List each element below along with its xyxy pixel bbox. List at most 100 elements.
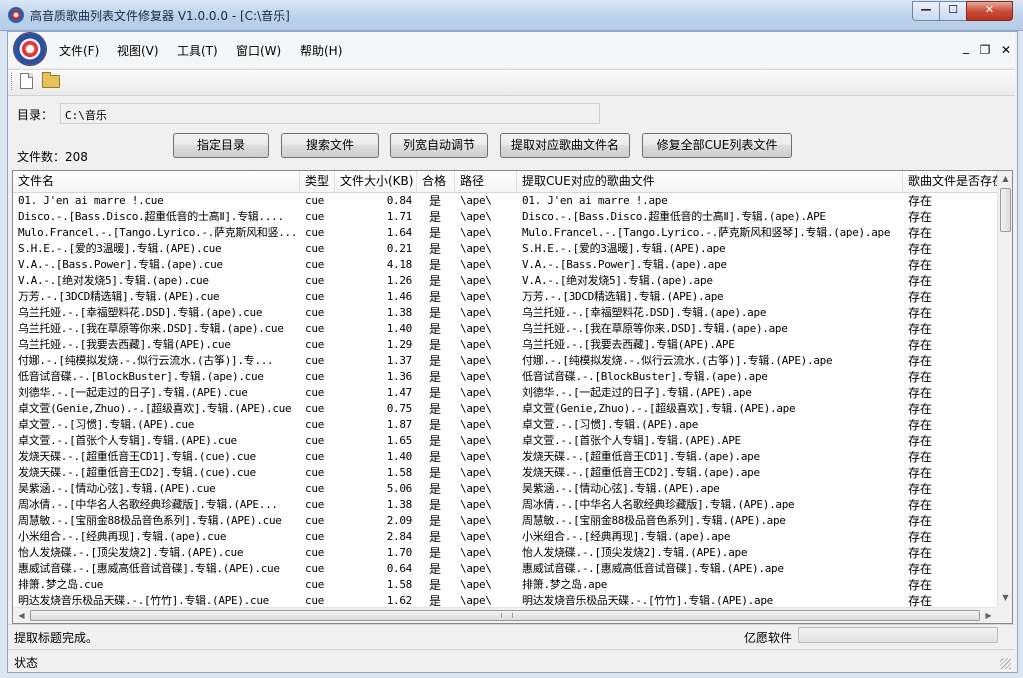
status-message: 提取标题完成。	[14, 631, 99, 645]
vertical-scrollbar[interactable]: ▲ ▼	[997, 171, 1012, 607]
vertical-scroll-thumb[interactable]	[1000, 188, 1011, 232]
cell-exists: 存在	[908, 498, 933, 512]
column-header-type[interactable]: 类型	[300, 171, 335, 192]
cell-path: \ape\	[460, 306, 492, 319]
mdi-close-button[interactable]: ✕	[998, 43, 1014, 57]
menu-view[interactable]: 视图(V)	[117, 42, 159, 59]
menu-tools[interactable]: 工具(T)	[177, 42, 218, 59]
search-files-button[interactable]: 搜索文件	[281, 133, 379, 158]
cell-path: \ape\	[460, 418, 492, 431]
cell-size: 1.65	[386, 434, 413, 447]
open-folder-icon[interactable]	[42, 72, 60, 88]
table-row[interactable]: V.A.-.[Bass.Power].专辑.(ape).cue cue 4.18 是 \…	[13, 257, 998, 273]
cell-filename: 周冰倩.-.[中华名人名歌经典珍藏版].专辑.(APE...	[18, 498, 278, 511]
column-header-filename[interactable]: 文件名	[13, 171, 300, 192]
cell-size: 1.58	[386, 466, 413, 479]
table-row[interactable]: 小米组合.-.[经典再现].专辑.(ape).cue cue 2.84 是 \ape\ 小…	[13, 529, 998, 545]
table-row[interactable]: 吴紫涵.-.[情动心弦].专辑.(APE).cue cue 5.06 是 \ape\ 吴紫…	[13, 481, 998, 497]
table-row[interactable]: 卓文萱.-.[首张个人专辑].专辑.(APE).cue cue 1.65 是 \ape\…	[13, 433, 998, 449]
menu-bar	[8, 32, 1015, 67]
cell-path: \ape\	[460, 322, 492, 335]
cell-path: \ape\	[460, 482, 492, 495]
menu-help[interactable]: 帮助(H)	[300, 42, 342, 59]
cell-valid: 是	[429, 386, 442, 400]
file-table[interactable]: 文件名 类型 文件大小(KB) 合格 路径 提取CUE对应的歌曲文件 歌曲文件是…	[12, 170, 1013, 624]
table-row[interactable]: 01. J'en ai marre !.cue cue 0.84 是 \ape\ 01. …	[13, 193, 998, 209]
repair-all-cue-button[interactable]: 修复全部CUE列表文件	[642, 133, 792, 158]
column-header-size[interactable]: 文件大小(KB)	[335, 171, 417, 192]
cell-filename: 怡人发烧碟.-.[顶尖发烧2].专辑.(APE).cue	[18, 546, 244, 559]
scroll-corner	[997, 607, 1012, 623]
table-row[interactable]: V.A.-.[绝对发烧5].专辑.(ape).cue cue 1.26 是 \ape\ V…	[13, 273, 998, 289]
maximize-button[interactable]: ☐	[939, 1, 967, 21]
table-row[interactable]: Disco.-.[Bass.Disco.超重低音的士高Ⅱ].专辑.... cue 1…	[13, 209, 998, 225]
cell-exists: 存在	[908, 434, 933, 448]
table-row[interactable]: 乌兰托娅.-.[我在草原等你来.DSD].专辑.(ape).cue cue 1.40…	[13, 321, 998, 337]
menu-file[interactable]: 文件(F)	[59, 42, 99, 59]
cell-path: \ape\	[460, 466, 492, 479]
app-logo-icon[interactable]	[14, 33, 46, 65]
select-directory-button[interactable]: 指定目录	[173, 133, 269, 158]
cell-song-file: Mulo.Francel.-.[Tango.Lyrico.-.萨克斯风和竖琴].…	[522, 226, 891, 239]
table-row[interactable]: 付娜.-.[纯模拟发烧.-.似行云流水.(古筝)].专... cue 1.37 是 \a…	[13, 353, 998, 369]
status-bar-secondary	[8, 649, 1015, 672]
directory-field[interactable]: C:\音乐	[60, 103, 600, 124]
column-header-valid[interactable]: 合格	[417, 171, 455, 192]
scroll-down-arrow-icon[interactable]: ▼	[998, 593, 1012, 602]
cell-path: \ape\	[460, 530, 492, 543]
cell-type: cue	[305, 482, 324, 495]
cell-path: \ape\	[460, 274, 492, 287]
table-row[interactable]: Mulo.Francel.-.[Tango.Lyrico.-.萨克斯风和竖...…	[13, 225, 998, 241]
cell-type: cue	[305, 386, 324, 399]
horizontal-scroll-thumb[interactable]	[30, 610, 980, 621]
table-row[interactable]: 排箫.梦之岛.cue cue 1.58 是 \ape\ 排箫.梦之岛.ape 存在	[13, 577, 998, 593]
table-row[interactable]: 惠威试音碟.-.[惠威高低音试音碟].专辑.(APE).cue cue 0.64 是 \…	[13, 561, 998, 577]
cell-song-file: 卓文萱(Genie,Zhuo).-.[超级喜欢].专辑.(APE).ape	[522, 402, 796, 415]
scroll-up-arrow-icon[interactable]: ▲	[998, 174, 1012, 183]
column-header-path[interactable]: 路径	[455, 171, 517, 192]
cell-song-file: 惠威试音碟.-.[惠威高低音试音碟].专辑.(APE).ape	[522, 562, 784, 575]
column-header-song-file[interactable]: 提取CUE对应的歌曲文件	[517, 171, 903, 192]
auto-column-width-button[interactable]: 列宽自动调节	[390, 133, 488, 158]
scroll-left-arrow-icon[interactable]: ◀	[14, 611, 29, 620]
extract-song-names-button[interactable]: 提取对应歌曲文件名	[500, 133, 630, 158]
cell-valid: 是	[429, 306, 442, 320]
table-row[interactable]: 周慧敏.-.[宝丽金88极品音色系列].专辑.(APE).cue cue 2.09 是…	[13, 513, 998, 529]
cell-size: 0.84	[386, 194, 413, 207]
close-button[interactable]: ✕	[966, 1, 1013, 21]
scroll-right-arrow-icon[interactable]: ▶	[981, 611, 996, 620]
cell-song-file: 乌兰托娅.-.[我在草原等你来.DSD].专辑.(ape).ape	[522, 322, 788, 335]
cell-type: cue	[305, 370, 324, 383]
new-file-icon[interactable]	[20, 73, 33, 89]
table-row[interactable]: 乌兰托娅.-.[幸福塑料花.DSD].专辑.(ape).cue cue 1.38 是 \…	[13, 305, 998, 321]
table-row[interactable]: 万芳.-.[3DCD精选辑].专辑.(APE).cue cue 1.46 是 \ape\…	[13, 289, 998, 305]
table-row[interactable]: 乌兰托娅.-.[我要去西藏].专辑(APE).cue cue 1.29 是 \ape\ 乌…	[13, 337, 998, 353]
cell-size: 1.37	[386, 354, 413, 367]
cell-song-file: 01. J'en ai marre !.ape	[522, 194, 668, 207]
table-row[interactable]: 周冰倩.-.[中华名人名歌经典珍藏版].专辑.(APE... cue 1.38 是 \a…	[13, 497, 998, 513]
cell-filename: S.H.E.-.[爱的3温暖].专辑.(APE).cue	[18, 242, 222, 255]
horizontal-scrollbar[interactable]: ◀ ▶	[13, 607, 997, 623]
app-icon[interactable]	[8, 7, 24, 23]
table-row[interactable]: 刘德华.-.[一起走过的日子].专辑.(APE).cue cue 1.47 是 \ape…	[13, 385, 998, 401]
menu-window[interactable]: 窗口(W)	[236, 42, 281, 59]
cell-type: cue	[305, 290, 324, 303]
resize-grip-icon[interactable]	[1000, 658, 1011, 669]
mdi-minimize-button[interactable]: _	[958, 40, 974, 54]
table-row[interactable]: 卓文萱(Genie,Zhuo).-.[超级喜欢].专辑.(APE).cue cue…	[13, 401, 998, 417]
table-row[interactable]: 发烧天碟.-.[超重低音王CD1].专辑.(cue).cue cue 1.40 是 \a…	[13, 449, 998, 465]
cell-filename: 排箫.梦之岛.cue	[18, 578, 104, 591]
cell-valid: 是	[429, 226, 442, 240]
table-row[interactable]: S.H.E.-.[爱的3温暖].专辑.(APE).cue cue 0.21 是 \ape…	[13, 241, 998, 257]
table-row[interactable]: 低音试音碟.-.[BlockBuster].专辑.(ape).cue cue 1.3…	[13, 369, 998, 385]
mdi-restore-button[interactable]: ❐	[977, 43, 993, 57]
cell-exists: 存在	[908, 450, 933, 464]
toolbar-grip[interactable]	[11, 73, 15, 90]
table-row[interactable]: 发烧天碟.-.[超重低音王CD2].专辑.(cue).cue cue 1.58 是 \a…	[13, 465, 998, 481]
cell-path: \ape\	[460, 290, 492, 303]
cell-valid: 是	[429, 450, 442, 464]
table-row[interactable]: 卓文萱.-.[习惯].专辑.(APE).cue cue 1.87 是 \ape\ 卓文萱.…	[13, 417, 998, 433]
column-header-exists[interactable]: 歌曲文件是否存在	[903, 171, 998, 192]
table-row[interactable]: 怡人发烧碟.-.[顶尖发烧2].专辑.(APE).cue cue 1.70 是 \ape…	[13, 545, 998, 561]
minimize-button[interactable]: —	[912, 1, 940, 21]
